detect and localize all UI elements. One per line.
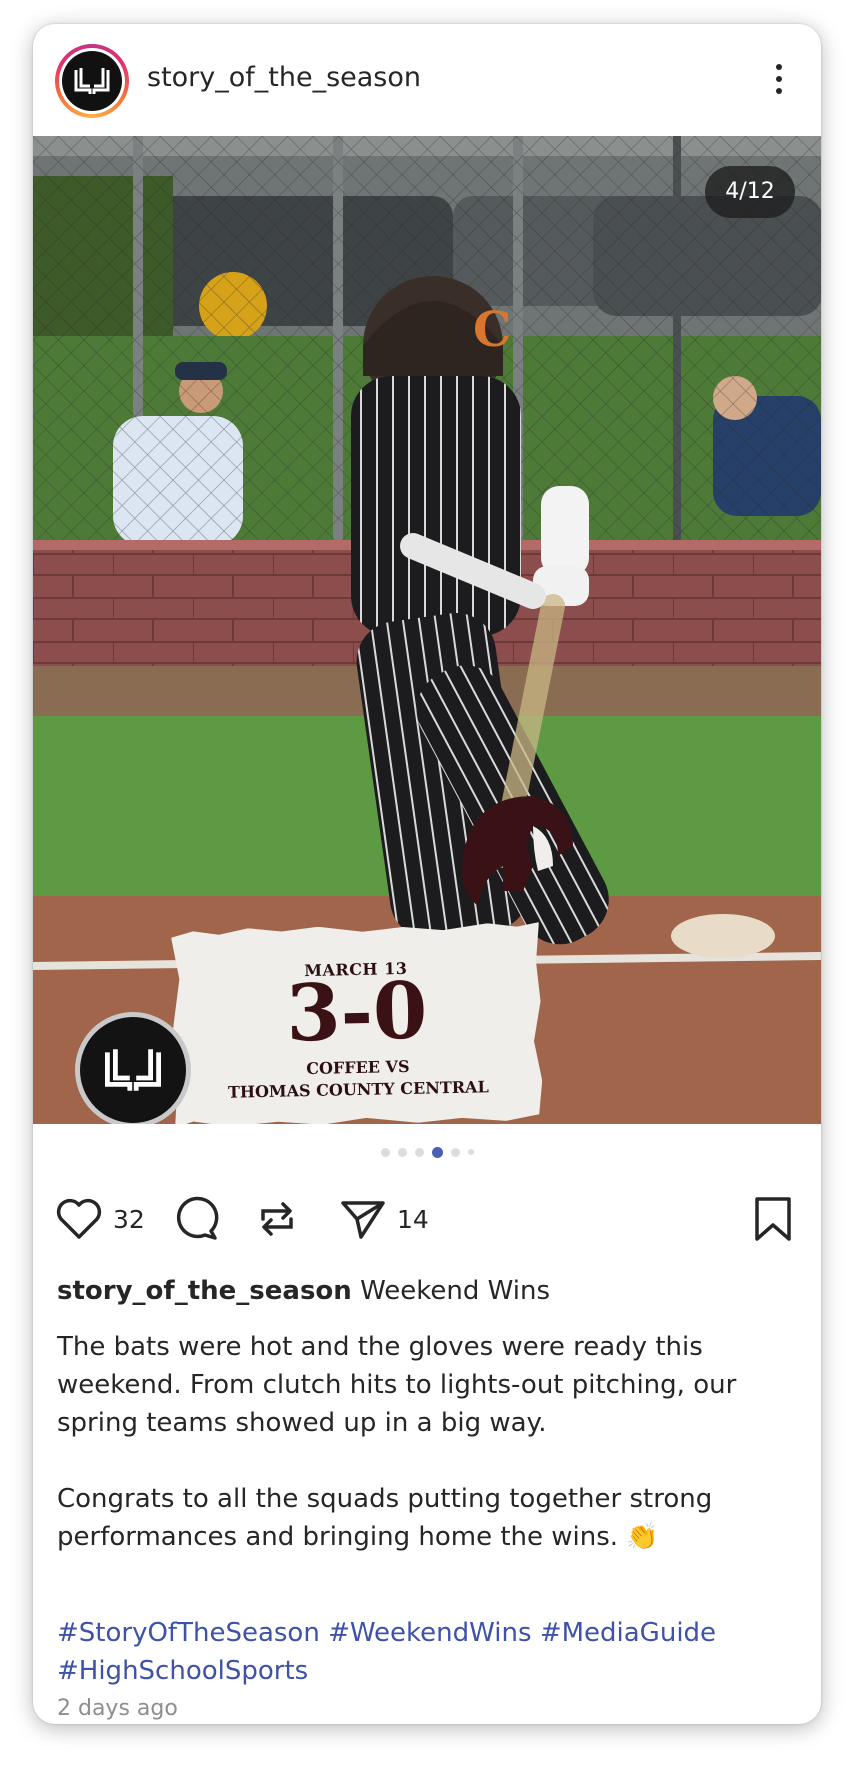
avatar[interactable] — [55, 44, 129, 118]
more-vertical-icon[interactable] — [769, 64, 789, 104]
hashtag-link[interactable]: #HighSchoolSports — [57, 1656, 308, 1686]
score-card: MARCH 13 3-0 COFFEE VS THOMAS COUNTY CEN… — [171, 922, 543, 1124]
send-icon — [341, 1201, 385, 1239]
image-counter: 4/12 — [705, 166, 795, 218]
post-card: story_of_the_season C 4/12 MARCH 13 3-0 … — [33, 24, 821, 1724]
game-score: 3-0 — [285, 965, 429, 1060]
carousel-dot[interactable] — [467, 1149, 474, 1155]
post-image[interactable]: C 4/12 MARCH 13 3-0 COFFEE VS THOMAS COU… — [33, 136, 821, 1124]
carousel-dot[interactable] — [450, 1147, 460, 1157]
post-timestamp: 2 days ago — [57, 1696, 178, 1721]
hashtag-link[interactable]: #WeekendWins — [328, 1618, 531, 1648]
share-count: 14 — [397, 1204, 429, 1234]
carousel-dot[interactable] — [380, 1147, 390, 1157]
carousel-dot-active[interactable] — [431, 1146, 443, 1158]
share-button[interactable]: 14 — [339, 1192, 429, 1246]
post-username[interactable]: story_of_the_season — [147, 62, 421, 93]
bookmark-icon — [755, 1197, 791, 1241]
like-button[interactable]: 32 — [55, 1192, 145, 1246]
caption-paragraph-1: The bats were hot and the gloves were re… — [57, 1332, 737, 1438]
open-book-icon — [105, 1049, 161, 1091]
caption-header: story_of_the_season Weekend Wins — [57, 1276, 550, 1306]
hashtag-list: #StoryOfTheSeason #WeekendWins #MediaGui… — [57, 1614, 797, 1690]
story-badge — [75, 1012, 191, 1124]
caption-paragraph-2: Congrats to all the squads putting toget… — [57, 1484, 713, 1552]
hashtag-link[interactable]: #MediaGuide — [540, 1618, 716, 1648]
post-header: story_of_the_season — [33, 24, 821, 136]
open-book-icon — [74, 68, 110, 94]
heart-icon — [56, 1198, 102, 1239]
carousel-dot[interactable] — [414, 1147, 424, 1157]
repost-icon — [261, 1202, 293, 1236]
svg-text:C: C — [473, 302, 511, 358]
comment-bubble-icon — [176, 1196, 219, 1240]
matchup-line-2: THOMAS COUNTY CENTRAL — [227, 1077, 489, 1102]
caption-username[interactable]: story_of_the_season — [57, 1276, 352, 1306]
comment-button[interactable] — [171, 1192, 219, 1246]
save-button[interactable] — [751, 1192, 795, 1246]
hashtag-link[interactable]: #StoryOfTheSeason — [57, 1618, 320, 1648]
caption-title: Weekend Wins — [360, 1276, 550, 1306]
carousel-dots — [33, 1146, 821, 1158]
carousel-dot[interactable] — [397, 1147, 407, 1157]
repost-button[interactable] — [253, 1192, 301, 1246]
like-count: 32 — [113, 1204, 145, 1234]
action-bar: 32 14 — [33, 1192, 821, 1246]
